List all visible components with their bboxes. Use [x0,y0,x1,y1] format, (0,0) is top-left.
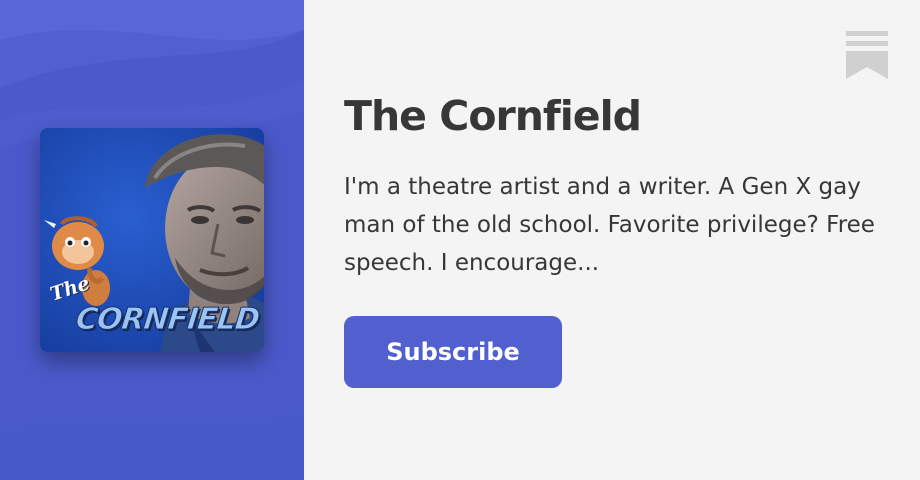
bookmark-icon [846,31,888,79]
social-card: The CORNFIELD The Cornfield I'm a theatr… [0,0,920,480]
cover-title-big: CORNFIELD [74,302,262,338]
publication-title: The Cornfield [344,92,642,140]
publication-description: I'm a theatre artist and a writer. A Gen… [344,174,875,276]
brand-panel: The CORNFIELD [0,0,304,480]
subscribe-button[interactable]: Subscribe [344,316,562,388]
